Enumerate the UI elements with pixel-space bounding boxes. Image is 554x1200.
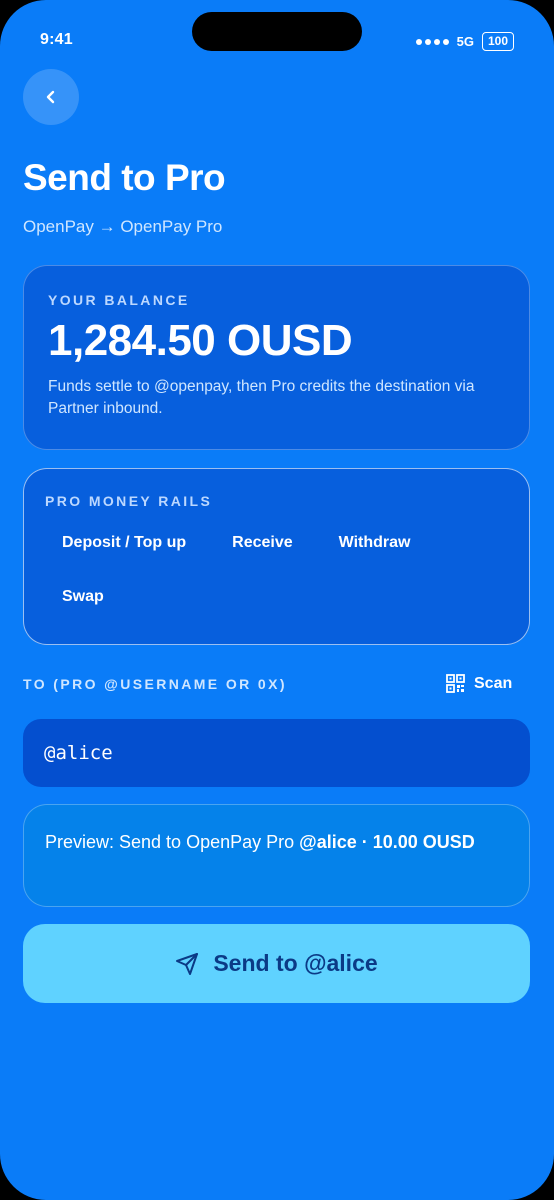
- balance-note: Funds settle to @openpay, then Pro credi…: [48, 378, 475, 417]
- preview-card: Preview: Send to OpenPay Pro @alice · 10…: [23, 804, 530, 907]
- preview-prefix: Preview: Send to OpenPay Pro: [45, 832, 300, 852]
- chevron-left-icon: [46, 90, 55, 104]
- battery-icon: 100: [481, 32, 514, 51]
- phone-screen: 9:41 5G 100 Send to Pro OpenPay → OpenPa…: [0, 0, 554, 1200]
- network-type: 5G: [456, 34, 474, 49]
- recipient-label: TO (PRO @USERNAME OR 0X): [23, 676, 287, 692]
- status-time: 9:41: [40, 31, 73, 48]
- recipient-input[interactable]: [23, 719, 530, 787]
- scan-button[interactable]: Scan: [446, 674, 512, 693]
- send-icon: [176, 952, 199, 975]
- status-indicators: 5G 100: [415, 32, 514, 51]
- battery-level: 100: [487, 34, 508, 48]
- balance-label: YOUR BALANCE: [48, 292, 190, 308]
- rail-deposit-button[interactable]: Deposit / Top up: [45, 527, 203, 559]
- signal-icon: [415, 38, 449, 45]
- back-button[interactable]: [23, 69, 79, 125]
- scan-label: Scan: [474, 674, 513, 692]
- rail-withdraw-button[interactable]: Withdraw: [322, 527, 428, 559]
- rail-swap-button[interactable]: Swap: [45, 581, 121, 613]
- rails-list: Deposit / Top up Receive Withdraw Swap: [45, 527, 508, 613]
- money-rails-card: PRO MONEY RAILS Deposit / Top up Receive…: [23, 468, 530, 645]
- page-title: Send to Pro: [23, 157, 226, 198]
- qr-code-icon: [446, 674, 465, 693]
- send-button-label: Send to @alice: [213, 950, 378, 976]
- preview-emphasis: @alice · 10.00 OUSD: [299, 832, 475, 852]
- send-button[interactable]: Send to @alice: [23, 924, 530, 1003]
- balance-card: YOUR BALANCE 1,284.50 OUSD Funds settle …: [23, 265, 530, 450]
- dynamic-island: [192, 12, 362, 51]
- rail-receive-button[interactable]: Receive: [215, 527, 310, 559]
- balance-amount: 1,284.50 OUSD: [48, 316, 353, 365]
- page-subtitle: OpenPay → OpenPay Pro: [23, 217, 223, 236]
- rails-label: PRO MONEY RAILS: [45, 493, 213, 509]
